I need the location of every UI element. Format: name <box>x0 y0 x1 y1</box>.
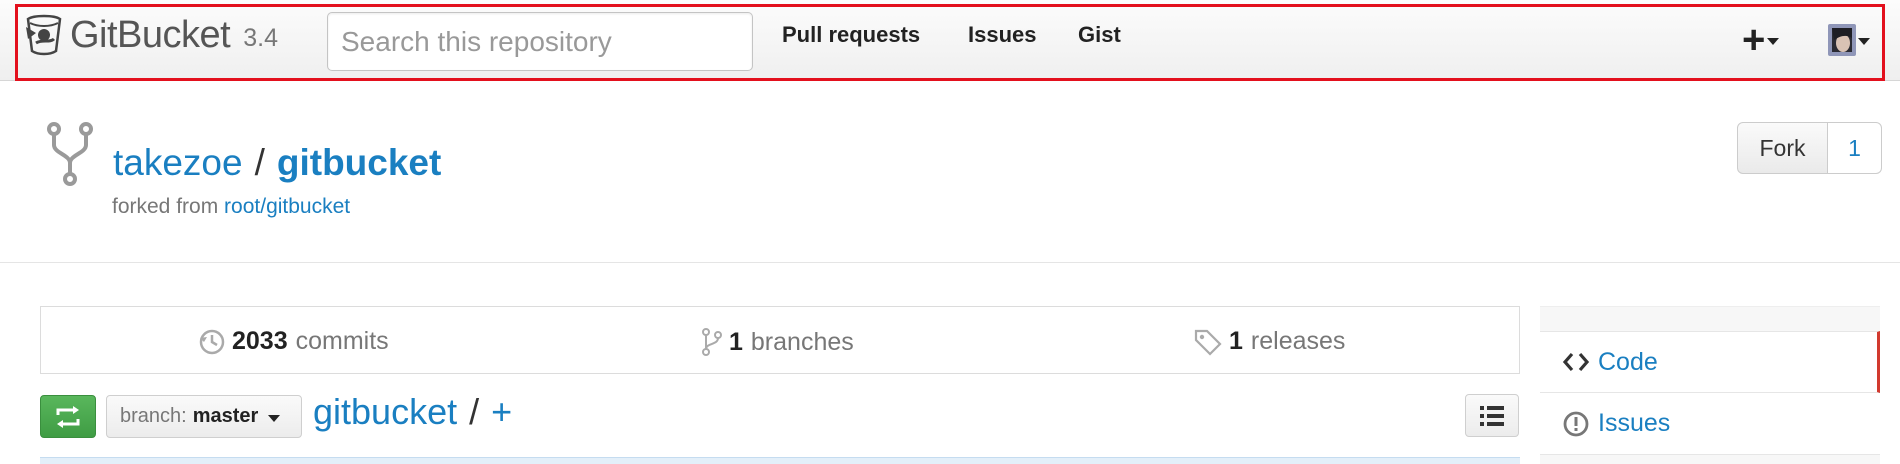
commits-count: 2033 <box>232 327 288 355</box>
forked-from-line: forked from root/gitbucket <box>112 195 350 219</box>
nav-gist-link[interactable]: Gist <box>1078 22 1121 48</box>
caret-down-icon <box>1858 38 1870 45</box>
repo-title-separator: / <box>254 142 265 183</box>
top-navbar: GitBucket 3.4 Pull requests Issues Gist … <box>0 0 1900 81</box>
current-branch-name: master <box>192 405 259 427</box>
releases-count: 1 <box>1229 327 1243 355</box>
gitbucket-logo-icon <box>26 14 62 56</box>
fork-count-link[interactable]: 1 <box>1828 122 1882 174</box>
repository-search-input[interactable] <box>327 12 753 71</box>
code-icon <box>1562 351 1590 373</box>
branch-prefix-label: branch: <box>120 405 187 427</box>
history-icon <box>199 329 225 354</box>
fork-button[interactable]: Fork <box>1737 122 1828 174</box>
branches-stat-link[interactable]: 1 branches <box>701 327 854 357</box>
repository-side-menu: Code Issues <box>1540 306 1880 464</box>
repository-stats-bar: 2033 commits 1 branches 1 releases <box>40 306 1520 374</box>
repo-name-link[interactable]: gitbucket <box>277 142 441 184</box>
repository-title: takezoe / gitbucket <box>113 142 441 184</box>
side-menu-issues-label: Issues <box>1598 409 1671 437</box>
forked-from-link[interactable]: root/gitbucket <box>224 195 350 218</box>
sync-icon <box>56 405 80 428</box>
nav-pull-requests-link[interactable]: Pull requests <box>782 22 920 48</box>
file-list-header-strip <box>40 457 1520 464</box>
branch-selector-dropdown[interactable]: branch: master <box>106 395 302 438</box>
path-separator: / <box>469 391 480 432</box>
tag-icon <box>1194 329 1222 356</box>
side-menu-code-label: Code <box>1598 347 1658 376</box>
user-menu-dropdown[interactable] <box>1828 24 1870 56</box>
fork-button-group: Fork 1 <box>1737 122 1882 174</box>
commits-stat-link[interactable]: 2033 commits <box>198 327 389 356</box>
repo-owner-link[interactable]: takezoe <box>113 142 243 184</box>
create-new-dropdown[interactable]: + <box>1742 18 1780 62</box>
brand-version: 3.4 <box>243 23 278 52</box>
commits-label: commits <box>295 327 389 355</box>
navbar-highlight-box <box>15 4 1885 81</box>
issue-opened-icon <box>1562 410 1590 438</box>
header-divider <box>0 262 1900 263</box>
releases-label: releases <box>1250 327 1346 355</box>
add-file-link[interactable]: + <box>491 391 512 433</box>
side-menu-code[interactable]: Code <box>1540 331 1880 393</box>
forked-from-label: forked from <box>112 195 219 218</box>
nav-issues-link[interactable]: Issues <box>968 22 1037 48</box>
file-path-breadcrumb: gitbucket / + <box>313 391 512 433</box>
brand-name: GitBucket <box>70 13 231 56</box>
brand-home-link[interactable]: GitBucket 3.4 <box>22 10 278 60</box>
compare-branches-button[interactable] <box>40 395 96 438</box>
repo-forked-icon <box>47 122 93 186</box>
branches-count: 1 <box>729 327 743 356</box>
user-avatar <box>1828 24 1856 56</box>
list-icon <box>1480 405 1504 426</box>
branches-label: branches <box>750 327 854 356</box>
plus-icon: + <box>1742 18 1766 62</box>
caret-down-icon <box>268 414 281 422</box>
caret-down-icon <box>1767 38 1780 45</box>
releases-stat-link[interactable]: 1 releases <box>1193 327 1345 356</box>
side-menu-issues[interactable]: Issues <box>1540 393 1880 455</box>
list-view-button[interactable] <box>1465 394 1519 437</box>
path-repo-link[interactable]: gitbucket <box>313 391 457 433</box>
git-branch-icon <box>702 328 722 356</box>
